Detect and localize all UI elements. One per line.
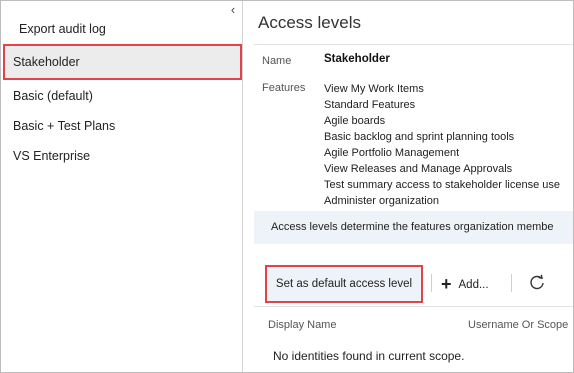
toolbar-divider: [254, 306, 573, 307]
column-header-username[interactable]: Username Or Scope: [468, 319, 568, 331]
feature-item: Basic backlog and sprint planning tools: [324, 131, 515, 143]
refresh-icon[interactable]: [526, 272, 548, 294]
feature-item: Test summary access to stakeholder licen…: [324, 179, 560, 191]
plus-icon: +: [441, 274, 452, 294]
features-list: View My Work Items Standard Features Agi…: [324, 81, 560, 209]
divider: [254, 44, 573, 45]
export-audit-log-link[interactable]: Export audit log: [19, 22, 106, 36]
add-button[interactable]: + Add...: [441, 273, 489, 295]
sidebar: ‹ Export audit log Stakeholder Basic (de…: [1, 1, 243, 372]
feature-item: Administer organization: [324, 195, 439, 207]
toolbar-separator: [511, 274, 512, 292]
main-panel: Access levels Name Stakeholder Features …: [244, 1, 573, 372]
info-banner: Access levels determine the features org…: [254, 211, 573, 244]
feature-item: Agile boards: [324, 115, 386, 127]
feature-item: View My Work Items: [324, 83, 424, 95]
feature-item: View Releases and Manage Approvals: [324, 163, 513, 175]
name-label: Name: [262, 55, 292, 67]
set-default-access-level-button[interactable]: Set as default access level: [265, 265, 423, 303]
feature-item: Standard Features: [324, 99, 416, 111]
empty-state-text: No identities found in current scope.: [273, 349, 465, 363]
sidebar-item-vs-enterprise[interactable]: VS Enterprise: [3, 138, 242, 174]
feature-item: Agile Portfolio Management: [324, 147, 460, 159]
features-label: Features: [262, 82, 306, 94]
add-button-label: Add...: [458, 279, 489, 291]
collapse-chevron-icon[interactable]: ‹: [227, 3, 239, 16]
column-header-display-name[interactable]: Display Name: [268, 319, 336, 331]
page-title: Access levels: [258, 13, 361, 32]
toolbar-separator: [431, 274, 432, 292]
name-value: Stakeholder: [324, 53, 390, 65]
sidebar-item-stakeholder[interactable]: Stakeholder: [3, 44, 242, 80]
